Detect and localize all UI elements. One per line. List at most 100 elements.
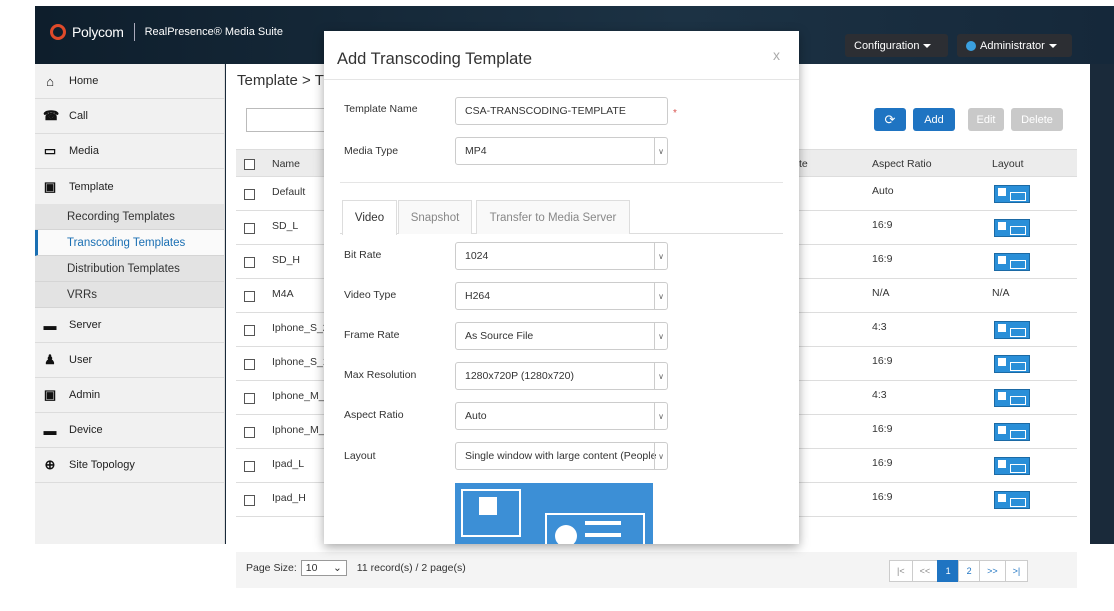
- column-header-layout[interactable]: Layout: [992, 158, 1024, 170]
- bit-rate-label: Bit Rate: [344, 249, 382, 261]
- next-page-button[interactable]: >>: [979, 560, 1006, 582]
- row-name: Ipad_L: [272, 458, 305, 470]
- row-checkbox[interactable]: [244, 257, 255, 268]
- sidebar-item-label: Device: [69, 424, 103, 436]
- row-checkbox[interactable]: [244, 495, 255, 506]
- page-size-select[interactable]: 10 ⌄: [300, 560, 347, 576]
- bit-rate-value: 1024: [465, 250, 489, 262]
- page-size-control: Page Size: 10 ⌄ 11 record(s) / 2 page(s): [246, 560, 466, 576]
- row-name: Default: [272, 186, 306, 198]
- sidebar-subitem-recording-templates[interactable]: Recording Templates: [35, 204, 224, 230]
- row-name: SD_H: [272, 254, 301, 266]
- row-checkbox[interactable]: [244, 427, 255, 438]
- sidebar-item-device[interactable]: ▬ Device: [35, 413, 224, 448]
- dialog-section-divider: [340, 182, 783, 183]
- page-size-value: 10: [305, 562, 318, 574]
- sidebar-item-admin[interactable]: ▣ Admin: [35, 378, 224, 413]
- edit-button[interactable]: Edit: [968, 108, 1004, 131]
- delete-button[interactable]: Delete: [1011, 108, 1063, 131]
- sidebar-item-call[interactable]: ☎ Call: [35, 99, 224, 134]
- media-type-select[interactable]: MP4 ∨: [455, 137, 668, 165]
- add-button[interactable]: Add: [913, 108, 955, 131]
- layout-value: Single window with large content (People: [465, 450, 657, 462]
- row-aspect-ratio: 16:9: [872, 491, 893, 503]
- row-checkbox[interactable]: [244, 291, 255, 302]
- row-checkbox[interactable]: [244, 223, 255, 234]
- row-checkbox[interactable]: [244, 325, 255, 336]
- row-name: M4A: [272, 288, 294, 300]
- chevron-down-icon: ∨: [654, 138, 667, 164]
- chevron-down-icon: ⌄: [332, 562, 342, 574]
- sidebar-subitem-vrrs[interactable]: VRRs: [35, 282, 224, 308]
- row-aspect-ratio: Auto: [872, 185, 894, 197]
- sidebar-item-user[interactable]: ♟ User: [35, 343, 224, 378]
- sidebar-item-home[interactable]: ⌂ Home: [35, 64, 224, 99]
- row-checkbox[interactable]: [244, 359, 255, 370]
- frame-rate-select[interactable]: As Source File ∨: [455, 322, 668, 350]
- media-type-value: MP4: [465, 145, 487, 157]
- page-1-button[interactable]: 1: [937, 560, 960, 582]
- column-header-aspect-ratio[interactable]: Aspect Ratio: [872, 158, 932, 170]
- prev-page-button[interactable]: <<: [911, 560, 939, 582]
- sidebar-item-site-topology[interactable]: ⊕ Site Topology: [35, 448, 224, 483]
- row-name: Iphone_S_1: [272, 356, 329, 368]
- sidebar-item-label: Home: [69, 75, 99, 87]
- first-page-button[interactable]: |<: [889, 560, 913, 582]
- column-header-name[interactable]: Name: [272, 158, 300, 170]
- row-checkbox[interactable]: [244, 461, 255, 472]
- aspect-ratio-select[interactable]: Auto ∨: [455, 402, 668, 430]
- settings-tabs: Video Snapshot Transfer to Media Server: [340, 200, 783, 235]
- page-2-button[interactable]: 2: [958, 560, 981, 582]
- row-aspect-ratio: 16:9: [872, 219, 893, 231]
- sidebar-subitem-transcoding-templates[interactable]: Transcoding Templates: [35, 230, 224, 256]
- row-checkbox[interactable]: [244, 393, 255, 404]
- logo: Polycom RealPresence® Media Suite: [50, 23, 283, 41]
- configuration-menu-button[interactable]: Configuration: [845, 34, 948, 57]
- person-icon: [479, 497, 497, 515]
- required-indicator: *: [673, 108, 677, 119]
- search-input[interactable]: [246, 108, 326, 132]
- row-aspect-ratio: 4:3: [872, 321, 887, 333]
- refresh-button[interactable]: ⟳: [874, 108, 906, 131]
- bit-rate-select[interactable]: 1024 ∨: [455, 242, 668, 270]
- chevron-down-icon: ∨: [654, 283, 667, 309]
- template-name-input[interactable]: CSA-TRANSCODING-TEMPLATE: [455, 97, 668, 125]
- close-button[interactable]: x: [773, 47, 780, 63]
- row-layout: N/A: [992, 287, 1010, 299]
- tab-video[interactable]: Video: [342, 200, 397, 235]
- template-name-label: Template Name: [344, 103, 418, 115]
- last-page-button[interactable]: >|: [1004, 560, 1029, 582]
- layout-preview-icon: [994, 321, 1030, 339]
- sidebar-item-label: Admin: [69, 389, 101, 401]
- sidebar: ⌂ Home ☎ Call ▭ Media ▣ Template Recordi…: [35, 64, 225, 544]
- video-type-select[interactable]: H264 ∨: [455, 282, 668, 310]
- frame-rate-value: As Source File: [465, 330, 534, 342]
- layout-select[interactable]: Single window with large content (People…: [455, 442, 668, 470]
- layout-preview-icon: [994, 423, 1030, 441]
- sidebar-item-server[interactable]: ▬ Server: [35, 308, 224, 343]
- row-aspect-ratio: 16:9: [872, 253, 893, 265]
- server-icon: ▬: [43, 317, 57, 333]
- row-aspect-ratio: 16:9: [872, 355, 893, 367]
- row-aspect-ratio: 16:9: [872, 423, 893, 435]
- column-header-te: te: [799, 158, 808, 170]
- media-type-label: Media Type: [344, 145, 399, 157]
- sidebar-item-media[interactable]: ▭ Media: [35, 134, 224, 169]
- sidebar-item-label: Call: [69, 110, 88, 122]
- tab-snapshot[interactable]: Snapshot: [398, 200, 472, 234]
- row-name: SD_L: [272, 220, 299, 232]
- row-checkbox[interactable]: [244, 189, 255, 200]
- user-menu-button[interactable]: Administrator: [957, 34, 1072, 57]
- max-resolution-select[interactable]: 1280x720P (1280x720) ∨: [455, 362, 668, 390]
- chevron-down-icon: ∨: [654, 363, 667, 389]
- sidebar-item-label: Site Topology: [69, 459, 135, 471]
- tab-transfer-to-media-server[interactable]: Transfer to Media Server: [476, 200, 630, 234]
- sidebar-subitem-distribution-templates[interactable]: Distribution Templates: [35, 256, 224, 282]
- layout-preview-icon: [994, 457, 1030, 475]
- chevron-down-icon: ∨: [654, 443, 667, 469]
- globe-icon: ⊕: [44, 457, 56, 472]
- sidebar-subitem-label: VRRs: [67, 288, 98, 301]
- sidebar-subitem-label: Recording Templates: [67, 210, 175, 223]
- select-all-checkbox[interactable]: [244, 159, 255, 170]
- sidebar-item-template[interactable]: ▣ Template: [35, 169, 224, 204]
